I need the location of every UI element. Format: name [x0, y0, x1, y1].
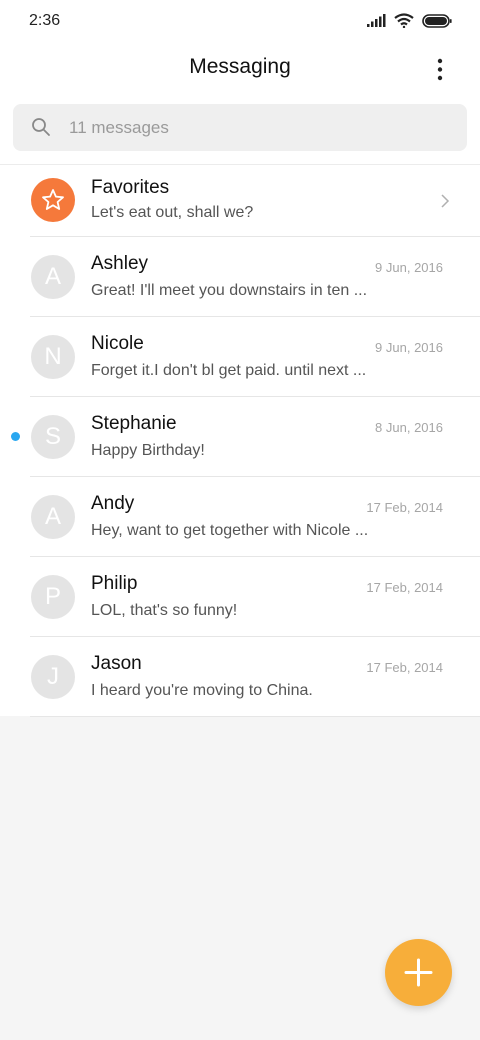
message-preview: Great! I'll meet you downstairs in ten .… [91, 282, 368, 299]
conversation-row[interactable]: P Philip 17 Feb, 2014 LOL, that's so fun… [0, 557, 480, 637]
contact-name: Ashley [91, 253, 149, 274]
contact-name: Philip [91, 573, 138, 594]
avatar: N [31, 335, 75, 379]
wifi-icon [394, 13, 414, 28]
avatar: A [31, 495, 75, 539]
contact-name: Andy [91, 493, 135, 514]
signal-icon [367, 14, 386, 27]
row-divider [30, 716, 480, 717]
favorites-preview: Let's eat out, shall we? [91, 204, 254, 221]
status-bar: 2:36 [0, 0, 480, 44]
contact-name: Nicole [91, 333, 144, 354]
new-message-button[interactable] [385, 939, 452, 1006]
search-icon [32, 118, 50, 136]
contact-name: Stephanie [91, 413, 177, 434]
avatar: A [31, 255, 75, 299]
chevron-right-icon [441, 194, 450, 208]
conversation-row[interactable]: S Stephanie 8 Jun, 2016 Happy Birthday! [0, 397, 480, 477]
message-date: 9 Jun, 2016 [375, 340, 443, 355]
status-icons [367, 13, 452, 28]
message-date: 17 Feb, 2014 [366, 660, 443, 675]
contact-name: Jason [91, 653, 142, 674]
status-time: 2:36 [29, 12, 61, 29]
avatar: S [31, 415, 75, 459]
conversation-row[interactable]: A Ashley 9 Jun, 2016 Great! I'll meet yo… [0, 237, 480, 317]
favorites-avatar [31, 178, 75, 222]
message-date: 8 Jun, 2016 [375, 420, 443, 435]
conversation-row[interactable]: N Nicole 9 Jun, 2016 Forget it.I don't b… [0, 317, 480, 397]
message-preview: Forget it.I don't bl get paid. until nex… [91, 362, 367, 379]
plus-icon [404, 958, 433, 987]
more-vertical-icon [437, 58, 443, 81]
favorites-name: Favorites [91, 177, 170, 198]
avatar: J [31, 655, 75, 699]
message-preview: Hey, want to get together with Nicole ..… [91, 522, 369, 539]
main-panel: 2:36 Messaging 11 messages Favorites Let… [0, 0, 480, 717]
page-title: Messaging [189, 55, 291, 78]
message-date: 17 Feb, 2014 [366, 580, 443, 595]
star-icon [42, 189, 64, 210]
message-preview: Happy Birthday! [91, 442, 205, 459]
conversation-row[interactable]: J Jason 17 Feb, 2014 I heard you're movi… [0, 637, 480, 717]
unread-indicator [11, 432, 20, 441]
more-options-button[interactable] [426, 56, 454, 84]
message-preview: LOL, that's so funny! [91, 602, 238, 619]
search-input[interactable]: 11 messages [69, 118, 169, 138]
message-date: 17 Feb, 2014 [366, 500, 443, 515]
message-preview: I heard you're moving to China. [91, 682, 313, 699]
conversation-list: Favorites Let's eat out, shall we? A Ash… [0, 165, 480, 717]
battery-icon [422, 13, 452, 28]
favorites-row[interactable]: Favorites Let's eat out, shall we? [0, 165, 480, 237]
search-bar[interactable]: 11 messages [13, 104, 467, 151]
avatar: P [31, 575, 75, 619]
conversation-row[interactable]: A Andy 17 Feb, 2014 Hey, want to get tog… [0, 477, 480, 557]
message-date: 9 Jun, 2016 [375, 260, 443, 275]
